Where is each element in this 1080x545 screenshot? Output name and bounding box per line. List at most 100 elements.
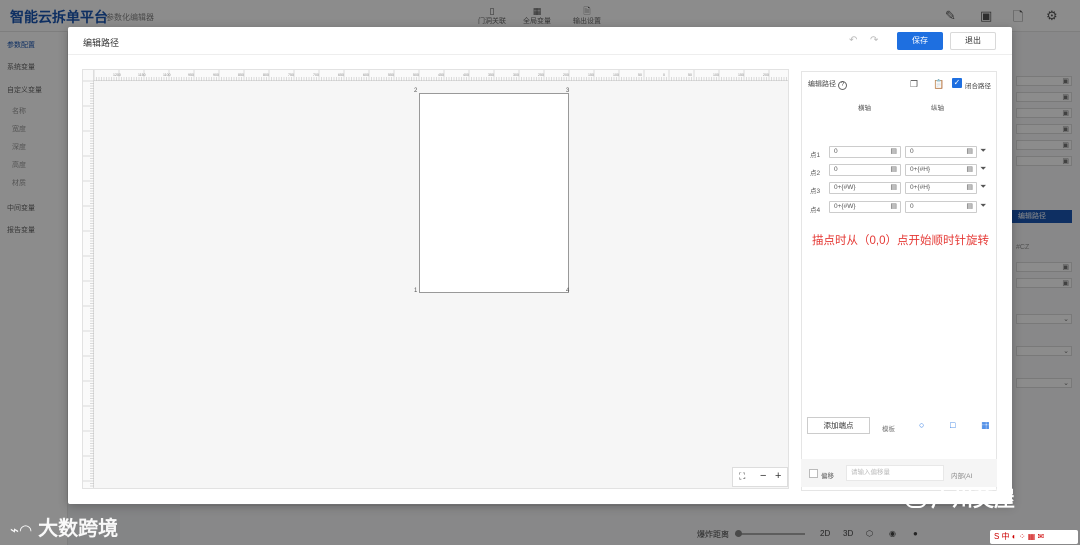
column-x-header: 横轴 (858, 105, 871, 112)
point-label: 点1 (810, 152, 821, 159)
watermark-right: 广州美屋 (905, 483, 1015, 513)
add-point-button[interactable]: 添加端点 (807, 417, 870, 434)
ime-toolbar[interactable]: S 中 ◐ ⁘ ▦ ✉ (990, 530, 1078, 544)
custom-template-icon[interactable]: ▦ (981, 420, 990, 431)
watermark-left-text: 大数跨境 (38, 518, 119, 540)
point-x-value: 0 (834, 148, 838, 155)
ruler-label: 100 (613, 73, 619, 77)
point-row: 点2 0 ▤ 0+{#H} ▤ ⏷ (802, 164, 998, 177)
corner-label-4: 4 (566, 288, 570, 294)
calculator-icon[interactable]: ▤ (890, 202, 897, 212)
calculator-icon[interactable]: ▤ (890, 165, 897, 175)
path-edit-panel: 编辑路径? ❐ 📋 ✓ 闭合路径 横轴 纵轴 点1 0 ▤ 0 ▤ ⏷ 点2 0 ▤ … (801, 71, 997, 491)
ruler-label: 600 (363, 73, 369, 77)
ruler-label: 700 (313, 73, 319, 77)
save-button[interactable]: 保存 (897, 32, 943, 50)
ruler-label: 800 (263, 73, 269, 77)
path-shape[interactable] (419, 93, 569, 293)
watermark-left: ⌁◠ 大数跨境 (10, 512, 118, 541)
path-canvas[interactable]: 1200 1150 1100 950 900 850 800 750 700 650 600 550 5… (82, 69, 789, 489)
ruler-label: 1150 (138, 73, 146, 77)
square-template-icon[interactable]: □ (950, 420, 955, 430)
ruler-label: 900 (213, 73, 219, 77)
offset-input[interactable]: 请输入偏移量 (846, 465, 944, 481)
point-y-input[interactable]: 0 ▤ (905, 201, 977, 213)
ruler-label: 750 (288, 73, 294, 77)
ruler-horizontal: 1200 1150 1100 950 900 850 800 750 700 650 600 550 5… (83, 70, 788, 81)
calculator-icon[interactable]: ▤ (966, 165, 973, 175)
ruler-label: 400 (463, 73, 469, 77)
ruler-label: 650 (338, 73, 344, 77)
ruler-label: 950 (188, 73, 194, 77)
point-row: 点1 0 ▤ 0 ▤ ⏷ (802, 146, 998, 159)
point-y-value: 0+{#H} (910, 184, 931, 191)
calculator-icon[interactable]: ▤ (966, 202, 973, 212)
point-label: 点2 (810, 170, 821, 177)
zoom-in-icon[interactable]: + (775, 470, 781, 482)
ruler-label: 50 (638, 73, 642, 77)
ruler-label: 150 (588, 73, 594, 77)
closed-path-checkbox[interactable]: ✓ (952, 78, 962, 88)
offset-label: 偏移 (821, 473, 834, 480)
ruler-label: 500 (413, 73, 419, 77)
ruler-label: 1200 (113, 73, 121, 77)
filter-icon[interactable]: ⏷ (980, 164, 986, 174)
column-y-header: 纵轴 (931, 105, 944, 112)
ruler-label: 550 (388, 73, 394, 77)
filter-icon[interactable]: ⏷ (980, 201, 986, 211)
zoom-controls: ⛶ − + (732, 467, 788, 487)
ruler-label: 150 (738, 73, 744, 77)
ruler-label: 250 (538, 73, 544, 77)
hint-annotation: 描点时从（0,0）点开始顺时针旋转 (812, 235, 989, 247)
point-x-value: 0 (834, 166, 838, 173)
offset-checkbox[interactable] (809, 469, 818, 478)
closed-path-label: 闭合路径 (965, 83, 991, 90)
calculator-icon[interactable]: ▤ (966, 147, 973, 157)
point-x-input[interactable]: 0+{#W} ▤ (829, 201, 901, 213)
zoom-out-icon[interactable]: − (760, 470, 766, 482)
point-y-value: 0 (910, 148, 914, 155)
template-label: 模板 (882, 426, 895, 433)
point-y-input[interactable]: 0 ▤ (905, 146, 977, 158)
ruler-vertical (83, 70, 94, 488)
paste-icon[interactable]: 📋 (933, 79, 944, 90)
corner-label-2: 2 (414, 88, 418, 94)
offset-direction-label: 内部(AI (951, 473, 973, 480)
calculator-icon[interactable]: ▤ (966, 183, 973, 193)
calculator-icon[interactable]: ▤ (890, 147, 897, 157)
fit-screen-icon[interactable]: ⛶ (739, 471, 745, 482)
watermark-right-text: 广州美屋 (931, 488, 1015, 511)
exit-button[interactable]: 退出 (950, 32, 996, 50)
point-x-input[interactable]: 0+{#W} ▤ (829, 182, 901, 194)
copy-icon[interactable]: ❐ (910, 79, 918, 90)
corner-label-3: 3 (566, 88, 570, 94)
panel-title: 编辑路径? (808, 79, 847, 90)
filter-icon[interactable]: ⏷ (980, 182, 986, 192)
point-x-input[interactable]: 0 ▤ (829, 164, 901, 176)
watermark-logo-icon: ⌁◠ (10, 522, 33, 539)
ruler-label: 300 (513, 73, 519, 77)
point-x-value: 0+{#W} (834, 203, 856, 210)
ruler-label: 200 (563, 73, 569, 77)
redo-icon[interactable]: ↷ (870, 35, 878, 46)
point-row: 点4 0+{#W} ▤ 0 ▤ ⏷ (802, 201, 998, 214)
point-y-input[interactable]: 0+{#H} ▤ (905, 164, 977, 176)
point-x-input[interactable]: 0 ▤ (829, 146, 901, 158)
ruler-label: 350 (488, 73, 494, 77)
modal-title: 编辑路径 (83, 38, 120, 48)
ruler-label: 200 (763, 73, 769, 77)
filter-icon[interactable]: ⏷ (980, 146, 986, 156)
modal-header: 编辑路径 ↶ ↷ 保存 退出 (68, 27, 1012, 55)
point-y-input[interactable]: 0+{#H} ▤ (905, 182, 977, 194)
point-label: 点4 (810, 207, 821, 214)
ruler-label: 1100 (163, 73, 171, 77)
wechat-icon (905, 492, 927, 509)
calculator-icon[interactable]: ▤ (890, 183, 897, 193)
point-row: 点3 0+{#W} ▤ 0+{#H} ▤ ⏷ (802, 182, 998, 195)
corner-label-1: 1 (414, 288, 418, 294)
point-y-value: 0+{#H} (910, 166, 931, 173)
undo-icon[interactable]: ↶ (849, 35, 857, 46)
help-icon[interactable]: ? (838, 81, 847, 90)
circle-template-icon[interactable]: ○ (919, 420, 924, 430)
panel-title-text: 编辑路径 (808, 81, 836, 88)
